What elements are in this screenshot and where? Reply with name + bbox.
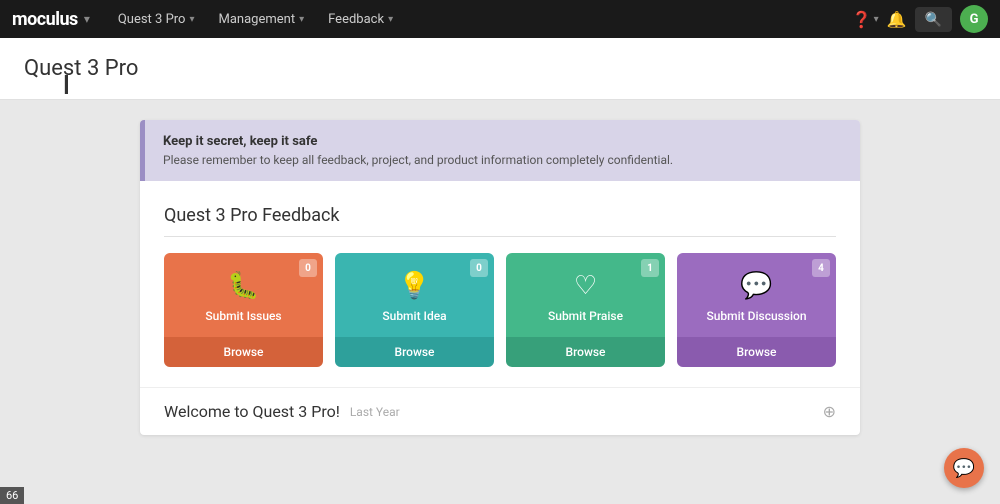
status-bar: 66: [0, 487, 24, 504]
card-praise-browse[interactable]: Browse: [506, 337, 665, 367]
help-icon: ❓: [852, 10, 872, 29]
welcome-title-text: Welcome to Quest 3 Pro!: [164, 402, 340, 421]
card-issues-main: 0 🐛 Submit Issues: [164, 253, 323, 337]
card-idea[interactable]: 0 💡 Submit Idea Browse: [335, 253, 494, 367]
navbar: moculus ▾ Quest 3 Pro ▾ Management ▾ Fee…: [0, 0, 1000, 38]
nav-item-management[interactable]: Management ▾: [207, 0, 317, 38]
card-praise[interactable]: 1 ♡ Submit Praise Browse: [506, 253, 665, 367]
page-header: Quest 3 Pro: [0, 38, 1000, 100]
chat-bubble-button[interactable]: 💬: [944, 448, 984, 488]
card-praise-label: Submit Praise: [548, 309, 623, 323]
nav-item-quest3pro-label: Quest 3 Pro: [118, 12, 186, 27]
search-icon: 🔍: [925, 11, 942, 28]
feedback-section: Quest 3 Pro Feedback 0 🐛 Submit Issues B…: [140, 181, 860, 387]
heart-icon: ♡: [574, 271, 597, 301]
banner-title: Keep it secret, keep it safe: [163, 134, 842, 149]
card-idea-label: Submit Idea: [382, 309, 446, 323]
nav-item-management-label: Management: [219, 12, 296, 27]
content-card: Keep it secret, keep it safe Please reme…: [140, 120, 860, 435]
nav-quest3pro-chevron-icon: ▾: [189, 14, 194, 25]
welcome-section: Welcome to Quest 3 Pro! Last Year ⊕: [140, 387, 860, 435]
bell-icon: 🔔: [887, 10, 907, 29]
nav-right: ❓ ▾ 🔔 🔍 G: [852, 5, 988, 33]
nav-item-feedback[interactable]: Feedback ▾: [316, 0, 405, 38]
welcome-expand-button[interactable]: ⊕: [823, 402, 836, 421]
bug-icon: 🐛: [227, 271, 259, 301]
card-idea-browse[interactable]: Browse: [335, 337, 494, 367]
card-issues[interactable]: 0 🐛 Submit Issues Browse: [164, 253, 323, 367]
card-discussion-badge: 4: [812, 259, 830, 277]
page-title: Quest 3 Pro: [24, 56, 976, 81]
card-issues-label: Submit Issues: [205, 309, 281, 323]
welcome-date: Last Year: [350, 405, 400, 419]
help-chevron-icon: ▾: [874, 14, 879, 25]
card-praise-badge: 1: [641, 259, 659, 277]
feedback-heading: Quest 3 Pro Feedback: [164, 205, 836, 237]
nav-feedback-chevron-icon: ▾: [388, 14, 393, 25]
nav-logo[interactable]: moculus: [12, 9, 78, 30]
card-praise-main: 1 ♡ Submit Praise: [506, 253, 665, 337]
nav-logo-chevron-icon: ▾: [84, 12, 90, 26]
cards-row: 0 🐛 Submit Issues Browse 0 💡 Submit Idea…: [164, 253, 836, 367]
search-button[interactable]: 🔍: [915, 7, 952, 32]
nav-item-feedback-label: Feedback: [328, 12, 384, 27]
card-issues-browse[interactable]: Browse: [164, 337, 323, 367]
banner-text: Please remember to keep all feedback, pr…: [163, 153, 842, 167]
discussion-icon: 💬: [740, 271, 772, 301]
card-idea-badge: 0: [470, 259, 488, 277]
card-idea-main: 0 💡 Submit Idea: [335, 253, 494, 337]
card-discussion-main: 4 💬 Submit Discussion: [677, 253, 836, 337]
confidential-banner: Keep it secret, keep it safe Please reme…: [140, 120, 860, 181]
nav-management-chevron-icon: ▾: [299, 14, 304, 25]
help-button[interactable]: ❓ ▾: [852, 10, 879, 29]
card-discussion-browse[interactable]: Browse: [677, 337, 836, 367]
nav-item-quest3pro[interactable]: Quest 3 Pro ▾: [106, 0, 207, 38]
welcome-title: Welcome to Quest 3 Pro! Last Year: [164, 402, 400, 421]
card-issues-badge: 0: [299, 259, 317, 277]
main-content: Keep it secret, keep it safe Please reme…: [0, 100, 1000, 455]
user-avatar[interactable]: G: [960, 5, 988, 33]
chat-icon: 💬: [953, 458, 975, 479]
lightbulb-icon: 💡: [398, 271, 430, 301]
notifications-button[interactable]: 🔔: [887, 10, 907, 29]
avatar-initial: G: [970, 12, 979, 27]
card-discussion[interactable]: 4 💬 Submit Discussion Browse: [677, 253, 836, 367]
card-discussion-label: Submit Discussion: [706, 309, 806, 323]
status-number: 66: [6, 489, 18, 502]
